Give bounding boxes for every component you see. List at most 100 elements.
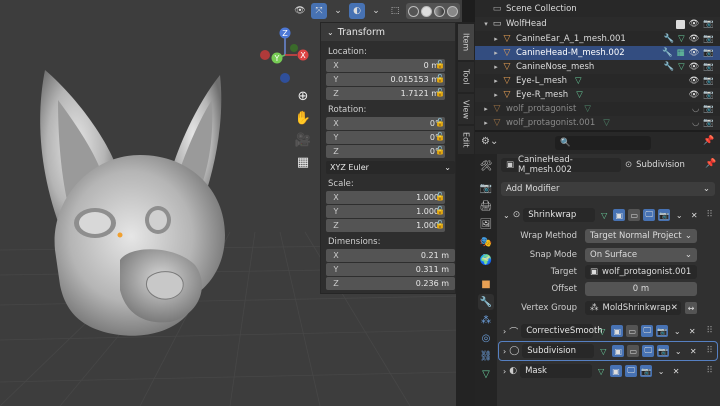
tab-tool[interactable]: Tool <box>458 62 474 92</box>
3d-viewport[interactable]: 👁 ⤧ ⌄ ◐ ⌄ ⬚ ⌄ Z X Y <box>0 0 462 406</box>
lock-icon[interactable]: 🔓 <box>435 132 445 142</box>
properties-search-input[interactable]: 🔍 <box>555 136 651 150</box>
chevron-right-icon[interactable]: › <box>503 367 506 376</box>
subdivision-modifier-header[interactable]: › ◯ Subdivision ▽ ▣ ▭ 🖵 📷 ⌄ ✕ ⠿ <box>498 341 718 361</box>
constraints-tab-icon[interactable]: ⛓ <box>478 348 494 364</box>
correctivesmooth-modifier-header[interactable]: › ⌒ CorrectiveSmooth ▽ ▣ ▭ 🖵 📷 ⌄ ✕ ⠿ <box>499 322 717 340</box>
rendered-shading-button[interactable] <box>447 5 458 17</box>
rotation-z-field[interactable]: Z 0° <box>326 145 445 158</box>
realtime-toggle-icon[interactable]: 🖵 <box>625 365 638 377</box>
camera-icon[interactable]: 📷 <box>703 118 714 128</box>
modifier-name-field[interactable]: Subdivision <box>522 344 595 358</box>
tool-tab-icon[interactable]: 🛠 <box>478 158 494 174</box>
scale-y-field[interactable]: Y 1.000 <box>326 205 445 218</box>
invert-group-icon[interactable]: ↔ <box>685 302 697 314</box>
chevron-right-icon[interactable]: ▸ <box>491 77 501 85</box>
material-shading-button[interactable] <box>434 5 445 17</box>
object-tab-icon[interactable]: ■ <box>478 276 494 292</box>
modifier-tab-icon[interactable]: 🔧 <box>478 294 494 310</box>
edit-mode-toggle-icon[interactable]: ▽ <box>597 345 609 357</box>
cage-toggle-icon[interactable]: ▣ <box>612 345 625 357</box>
editor-type-icon[interactable]: ⚙⌄ <box>481 136 498 147</box>
chevron-down-icon[interactable]: ⌄ <box>673 209 685 221</box>
shrinkwrap-modifier-header[interactable]: ⌄ ⊙ Shrinkwrap ▽ ▣ ▭ 🖵 📷 ⌄ ✕ ⠿ <box>499 206 717 224</box>
chevron-right-icon[interactable]: › <box>503 347 506 356</box>
realtime-toggle-icon[interactable]: 🖵 <box>641 325 654 337</box>
mask-modifier-header[interactable]: › ◐ Mask ▽ ▣ 🖵 📷 ⌄ ✕ ⠿ <box>499 362 717 380</box>
offset-field[interactable]: 0 m <box>585 282 697 296</box>
target-field[interactable]: ▣ wolf_protagonist.001 <box>585 265 697 279</box>
tab-item[interactable]: Item <box>458 24 474 60</box>
chevron-right-icon[interactable]: ▸ <box>491 49 501 57</box>
chevron-down-icon[interactable]: ⌄ <box>671 325 683 337</box>
chevron-right-icon[interactable]: ▸ <box>491 91 501 99</box>
world-tab-icon[interactable]: 🌍 <box>478 252 494 268</box>
chevron-right-icon[interactable]: ▸ <box>491 35 501 43</box>
eye-icon[interactable]: 👁 <box>689 48 700 58</box>
scene-collection-row[interactable]: ▭ Scene Collection <box>475 2 720 16</box>
chevron-down-icon[interactable]: ⌄ <box>503 211 510 220</box>
vertex-group-field[interactable]: ⁂ MoldShrinkwrap ✕ <box>585 301 681 315</box>
close-icon[interactable]: ✕ <box>687 345 699 357</box>
scene-tab-icon[interactable]: 🎭 <box>478 234 494 250</box>
eye-icon[interactable]: 👁 <box>689 76 700 86</box>
camera-icon[interactable]: 📷 <box>703 90 714 100</box>
close-icon[interactable]: ✕ <box>670 365 682 377</box>
eye-closed-icon[interactable]: ◡ <box>692 104 699 114</box>
xray-toggle-button[interactable]: ⬚ <box>387 3 403 19</box>
rotation-mode-dropdown[interactable]: XYZ Euler ⌄ <box>326 161 455 174</box>
chevron-right-icon[interactable]: ▸ <box>491 63 501 71</box>
camera-icon[interactable]: 📷 <box>703 19 714 29</box>
outliner-row[interactable]: ▸ ▽ wolf_protagonist ▽ ◡ 📷 <box>475 102 720 116</box>
modifier-name-field[interactable]: Mask <box>520 364 593 378</box>
location-x-field[interactable]: X 0 m <box>326 59 445 72</box>
drag-handle-icon[interactable]: ⠿ <box>706 210 713 220</box>
pin-icon[interactable]: 📌 <box>705 159 716 169</box>
close-icon[interactable]: ✕ <box>671 303 678 313</box>
eye-closed-icon[interactable]: ◡ <box>692 118 699 128</box>
transform-panel-header[interactable]: ⌄ Transform <box>321 23 455 41</box>
physics-tab-icon[interactable]: ◎ <box>478 330 494 346</box>
drag-handle-icon[interactable]: ⠿ <box>706 346 713 356</box>
snap-mode-dropdown[interactable]: On Surface ⌄ <box>585 248 697 262</box>
camera-icon[interactable]: 📷 <box>703 34 714 44</box>
close-icon[interactable]: ✕ <box>686 325 698 337</box>
chevron-right-icon[interactable]: › <box>503 327 506 336</box>
visibility-filter-icon[interactable]: 👁 <box>292 3 308 19</box>
lock-icon[interactable]: 🔓 <box>435 74 445 84</box>
lock-icon[interactable]: 🔓 <box>435 220 445 230</box>
realtime-toggle-icon[interactable]: 🖵 <box>642 345 655 357</box>
wireframe-shading-button[interactable] <box>408 5 419 17</box>
dimensions-z-field[interactable]: Z 0.236 m <box>326 277 455 290</box>
wrap-method-dropdown[interactable]: Target Normal Project ⌄ <box>585 229 697 243</box>
chevron-down-icon[interactable]: ⌄ <box>655 365 667 377</box>
tab-view[interactable]: View <box>458 94 474 124</box>
solid-shading-button[interactable] <box>421 5 432 17</box>
outliner-row[interactable]: ▸ ▽ Eye-R_mesh ▽ 👁 📷 <box>475 88 720 102</box>
overlays-toggle-button[interactable]: ◐ <box>349 3 365 19</box>
lock-icon[interactable]: 🔓 <box>435 206 445 216</box>
lock-icon[interactable]: 🔓 <box>435 60 445 70</box>
modifier-name-field[interactable]: CorrectiveSmooth <box>521 324 603 338</box>
object-name-field[interactable]: ▣ CanineHead-M_mesh.002 <box>501 155 621 175</box>
eye-icon[interactable]: 👁 <box>689 19 700 29</box>
outliner-row[interactable]: ▸ ▽ CanineNose_mesh 🔧 ▽ 👁 📷 <box>475 60 720 74</box>
edit-mode-toggle-icon[interactable]: ▽ <box>596 325 608 337</box>
outliner-row[interactable]: ▸ ▽ CanineEar_A_1_mesh.001 🔧 ▽ 👁 📷 <box>475 32 720 46</box>
render-toggle-icon[interactable]: 📷 <box>657 345 670 357</box>
rotation-x-field[interactable]: X 0° <box>326 117 445 130</box>
perspective-grid-icon[interactable]: ▦ <box>293 152 313 172</box>
view-layer-tab-icon[interactable]: 🖼 <box>478 216 494 232</box>
render-toggle-icon[interactable]: 📷 <box>656 325 669 337</box>
gizmo-toggle-button[interactable]: ⤧ <box>311 3 327 19</box>
render-toggle-icon[interactable]: 📷 <box>658 209 671 221</box>
drag-handle-icon[interactable]: ⠿ <box>706 326 713 336</box>
camera-icon[interactable]: 📷 <box>703 62 714 72</box>
drag-handle-icon[interactable]: ⠿ <box>706 366 713 376</box>
render-toggle-icon[interactable]: 📷 <box>640 365 653 377</box>
data-tab-icon[interactable]: ▽ <box>478 366 494 382</box>
zoom-icon[interactable]: ⊕ <box>293 86 313 106</box>
active-modifier-field[interactable]: ⊙ Subdivision <box>625 158 705 172</box>
add-modifier-button[interactable]: Add Modifier ⌄ <box>501 182 715 196</box>
editmode-display-toggle[interactable]: ▭ <box>627 345 640 357</box>
